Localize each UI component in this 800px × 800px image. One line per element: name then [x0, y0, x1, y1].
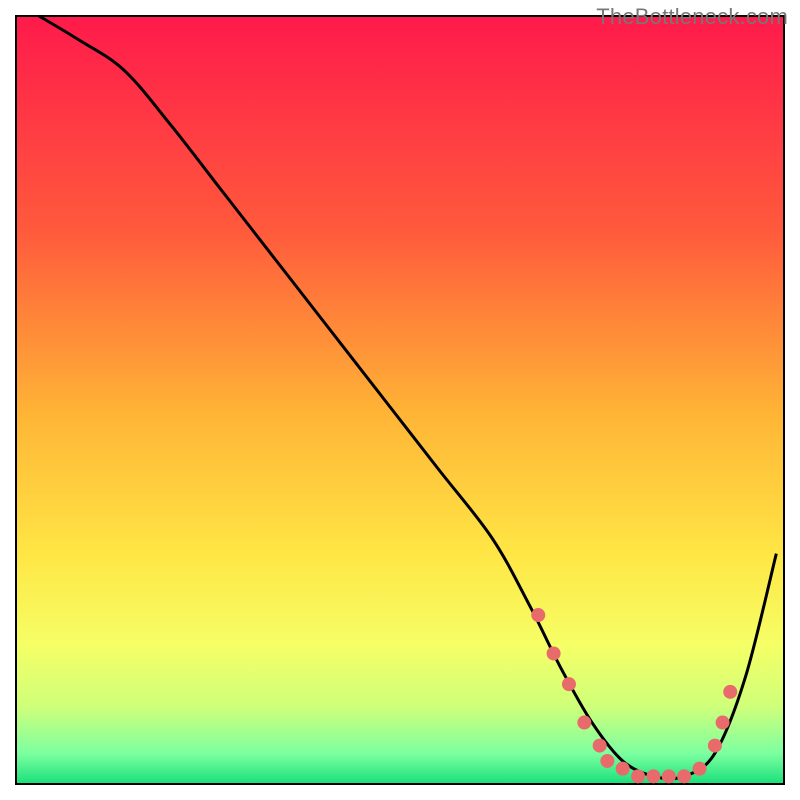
marker-dot — [631, 769, 645, 783]
marker-dot — [662, 769, 676, 783]
marker-dot — [547, 646, 561, 660]
marker-dot — [616, 762, 630, 776]
gradient-bg — [16, 16, 784, 784]
marker-dot — [531, 608, 545, 622]
bottleneck-plot — [0, 0, 800, 800]
marker-dot — [593, 739, 607, 753]
marker-dot — [708, 739, 722, 753]
attribution-text: TheBottleneck.com — [596, 4, 788, 30]
marker-dot — [677, 769, 691, 783]
marker-dot — [693, 762, 707, 776]
chart-frame: TheBottleneck.com — [0, 0, 800, 800]
marker-dot — [716, 716, 730, 730]
marker-dot — [723, 685, 737, 699]
marker-dot — [646, 769, 660, 783]
marker-dot — [562, 677, 576, 691]
marker-dot — [577, 716, 591, 730]
marker-dot — [600, 754, 614, 768]
